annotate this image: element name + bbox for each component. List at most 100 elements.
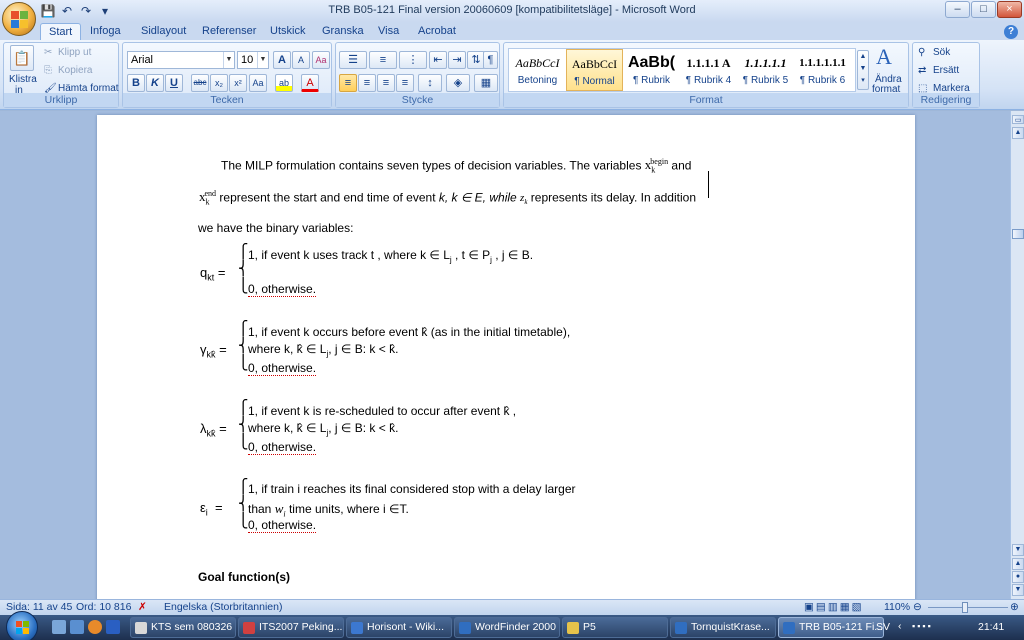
taskbar-item[interactable]: Horisont - Wiki... xyxy=(346,617,452,638)
ribbon: 📋 Klistra in Klipp ut ✂ Kopiera ⎘ Hämta … xyxy=(0,40,1024,110)
tray-icons[interactable]: ▪▪▪▪ xyxy=(912,621,972,633)
next-page-icon[interactable]: ▼ xyxy=(1012,584,1024,596)
tab-acrobat[interactable]: Acrobat xyxy=(410,23,464,40)
increase-indent-icon[interactable]: ⇥ xyxy=(448,51,466,69)
start-button[interactable] xyxy=(6,611,38,640)
zoom-slider[interactable] xyxy=(928,607,1008,608)
document-page[interactable]: The MILP formulation contains seven type… xyxy=(97,115,915,599)
proofing-icon[interactable]: ✗ xyxy=(138,601,147,613)
status-zoom[interactable]: 110% xyxy=(884,601,910,613)
italic-button[interactable]: K xyxy=(146,74,164,92)
minimize-button[interactable]: – xyxy=(945,1,970,18)
bullets-icon[interactable]: ☰ xyxy=(339,51,367,69)
var-q-kt: qkt = xyxy=(200,265,226,283)
office-logo-icon xyxy=(11,11,29,29)
decrease-indent-icon[interactable]: ⇤ xyxy=(429,51,447,69)
taskbar-item[interactable]: ITS2007 Peking... xyxy=(238,617,344,638)
tab-granska[interactable]: Granska xyxy=(314,23,372,40)
group-label-editing: Redigering xyxy=(913,93,979,107)
cut-button[interactable]: Klipp ut xyxy=(58,47,91,58)
clear-format-button[interactable]: Aa xyxy=(312,51,330,69)
view-buttons-icon[interactable]: ▣▤▥▦▧ xyxy=(804,601,864,613)
line-spacing-icon[interactable]: ↕ xyxy=(418,74,442,92)
bold-button[interactable]: B xyxy=(127,74,145,92)
align-center-icon[interactable]: ≡ xyxy=(358,74,376,92)
brace-epsilon: ⎧ ⎨ ⎩ xyxy=(238,479,249,529)
zoom-slider-thumb[interactable] xyxy=(962,602,968,613)
status-language[interactable]: Engelska (Storbritannien) xyxy=(164,601,282,613)
borders-icon[interactable]: ▦ xyxy=(474,74,498,92)
shading-icon[interactable]: ◈ xyxy=(446,74,470,92)
multilevel-list-icon[interactable]: ⋮ xyxy=(399,51,427,69)
replace-button[interactable]: Ersätt xyxy=(933,65,959,76)
word-quicklaunch-icon[interactable] xyxy=(106,620,120,634)
zoom-in-icon[interactable]: ⊕ xyxy=(1010,601,1019,613)
tab-utskick[interactable]: Utskick xyxy=(262,23,313,40)
taskbar-item[interactable]: TornquistKrase... xyxy=(670,617,776,638)
font-color-button[interactable]: A xyxy=(301,74,319,92)
tab-start[interactable]: Start xyxy=(40,23,82,40)
office-button[interactable] xyxy=(2,2,36,36)
text-cursor xyxy=(708,171,709,198)
style-betoning[interactable]: AaBbCcI Betoning xyxy=(509,49,566,91)
font-size-combo[interactable]: 10 ▼ xyxy=(237,51,269,69)
tray-language[interactable]: SV xyxy=(876,621,890,633)
folder-icon xyxy=(567,622,579,634)
align-left-icon[interactable]: ≡ xyxy=(339,74,357,92)
tray-expand-icon[interactable]: ‹ xyxy=(898,620,902,632)
highlight-button[interactable]: ab xyxy=(275,74,293,92)
font-name-combo[interactable]: Arial ▼ xyxy=(127,51,235,69)
zoom-out-icon[interactable]: ⊖ xyxy=(913,601,922,613)
tab-visa[interactable]: Visa xyxy=(370,23,407,40)
previous-page-icon[interactable]: ▲ xyxy=(1012,558,1024,570)
paste-icon[interactable]: 📋 xyxy=(10,45,34,71)
styles-scroll-icon[interactable]: ▲ ▼ ▾ xyxy=(857,50,869,90)
numbering-icon[interactable]: ≡ xyxy=(369,51,397,69)
change-styles-button-line2[interactable]: format xyxy=(872,84,900,95)
scroll-down-icon[interactable]: ▼ xyxy=(1012,544,1024,556)
title-bar: 💾 ↶ ↷ ▾ TRB B05-121 Final version 200606… xyxy=(0,0,1024,22)
superscript-button[interactable]: x² xyxy=(229,74,247,92)
status-words[interactable]: Ord: 10 816 xyxy=(76,601,131,613)
help-icon[interactable]: ? xyxy=(1004,25,1018,39)
scroll-up-icon[interactable]: ▲ xyxy=(1012,127,1024,139)
style-rubrik[interactable]: AaBb( ¶ Rubrik xyxy=(623,49,680,91)
close-button[interactable]: × xyxy=(997,1,1022,18)
strikethrough-button[interactable]: abc xyxy=(191,74,209,92)
style-normal[interactable]: AaBbCcI ¶ Normal xyxy=(566,49,623,91)
paste-button[interactable]: Klistra xyxy=(9,74,37,85)
justify-icon[interactable]: ≡ xyxy=(396,74,414,92)
browse-object-icon[interactable]: ● xyxy=(1012,571,1024,583)
tray-clock[interactable]: 21:41 xyxy=(978,621,1004,633)
shrink-font-button[interactable]: A xyxy=(292,51,310,69)
var-epsilon: εi = xyxy=(200,500,223,518)
underline-button[interactable]: U xyxy=(165,74,183,92)
lambda-case-otherwise: 0, otherwise. xyxy=(248,440,317,455)
subscript-button[interactable]: x₂ xyxy=(210,74,228,92)
scroll-thumb[interactable] xyxy=(1012,229,1024,239)
style-rubrik-5[interactable]: 1.1.1.1.1 ¶ Rubrik 5 xyxy=(737,49,794,91)
copy-button[interactable]: Kopiera xyxy=(58,65,92,76)
taskbar-item[interactable]: P5 xyxy=(562,617,668,638)
maximize-button[interactable]: □ xyxy=(971,1,996,18)
style-rubrik-4[interactable]: 1.1.1.1 A ¶ Rubrik 4 xyxy=(680,49,737,91)
ruler-toggle-icon[interactable]: ▭ xyxy=(1012,115,1024,124)
tab-referenser[interactable]: Referenser xyxy=(194,23,264,40)
find-button[interactable]: Sök xyxy=(933,47,950,58)
change-case-button[interactable]: Aa xyxy=(249,74,267,92)
style-name: ¶ Rubrik 5 xyxy=(742,75,789,86)
taskbar-item[interactable]: KTS sem 080326 xyxy=(130,617,236,638)
align-right-icon[interactable]: ≡ xyxy=(377,74,395,92)
show-desktop-icon[interactable] xyxy=(52,620,66,634)
vertical-scrollbar[interactable]: ▭ ▲ ▼ ▲ ● ▼ xyxy=(1010,111,1024,599)
firefox-icon[interactable] xyxy=(88,620,102,634)
switch-windows-icon[interactable] xyxy=(70,620,84,634)
tab-infoga[interactable]: Infoga xyxy=(82,23,129,40)
show-formatting-button[interactable]: ¶ xyxy=(483,51,498,69)
brace-gamma: ⎧ ⎨ ⎩ xyxy=(238,321,249,371)
taskbar-item[interactable]: WordFinder 2000 xyxy=(454,617,560,638)
style-rubrik-6[interactable]: 1.1.1.1.1.1 ¶ Rubrik 6 xyxy=(794,49,851,91)
grow-font-button[interactable]: A xyxy=(273,51,291,69)
tab-sidlayout[interactable]: Sidlayout xyxy=(133,23,194,40)
taskbar-item-active[interactable]: TRB B05-121 Fi... xyxy=(778,617,884,638)
